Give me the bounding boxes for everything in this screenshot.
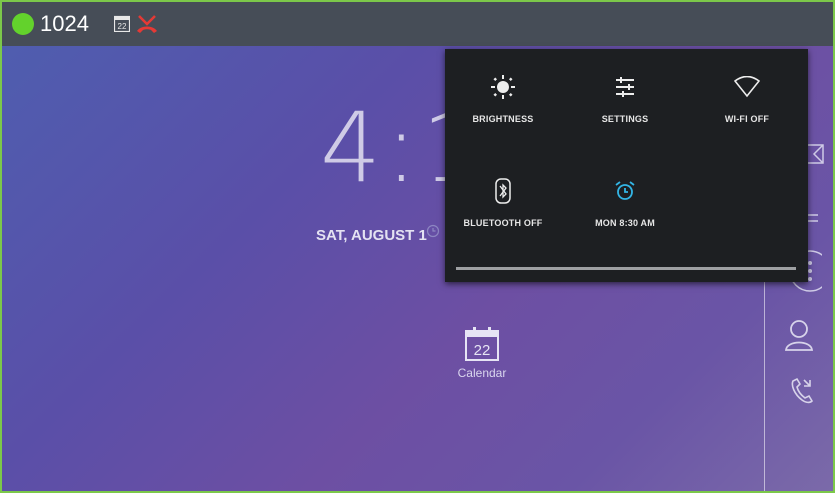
tile-settings-label: SETTINGS	[601, 114, 649, 124]
wifi-off-icon	[734, 76, 760, 98]
right-divider	[764, 282, 765, 491]
settings-sliders-icon	[616, 77, 634, 97]
calendar-app-shortcut[interactable]: 22 Calendar	[452, 326, 512, 380]
calendar-notification-day: 22	[118, 22, 127, 31]
status-bar[interactable]: 1024 22	[2, 2, 833, 46]
status-number: 1024	[40, 11, 89, 36]
missed-call-icon	[137, 15, 157, 33]
calendar-app-icon: 22	[465, 327, 499, 361]
calendar-notification-icon: 22	[114, 15, 130, 32]
quick-settings-handle[interactable]	[456, 267, 796, 270]
alarm-icon	[615, 181, 635, 200]
quick-settings-panel: BRIGHTNESS SETTINGS WI-FI OFF BLUETOOTH …	[445, 49, 808, 282]
brightness-icon	[491, 75, 515, 99]
calendar-app-day: 22	[474, 342, 491, 359]
alarm-indicator-icon	[426, 224, 440, 238]
tile-alarm[interactable]: MON 8:30 AM	[570, 176, 680, 228]
device-screen: 1024 22 4:1 SAT, AUGUST 1 22 Calendar BR…	[0, 0, 835, 493]
bluetooth-off-icon	[495, 178, 511, 204]
lockscreen-date: SAT, AUGUST 1	[316, 227, 427, 244]
contacts-icon[interactable]	[784, 318, 814, 352]
tile-settings[interactable]: SETTINGS	[570, 72, 680, 124]
call-log-icon[interactable]	[788, 376, 816, 406]
tile-wifi-label: WI-FI OFF	[724, 114, 770, 124]
tile-brightness-label: BRIGHTNESS	[472, 114, 534, 124]
tile-bluetooth[interactable]: BLUETOOTH OFF	[448, 176, 558, 228]
tile-brightness[interactable]: BRIGHTNESS	[448, 72, 558, 124]
calendar-app-label: Calendar	[457, 366, 507, 380]
tile-bluetooth-label: BLUETOOTH OFF	[463, 218, 543, 228]
tile-alarm-label: MON 8:30 AM	[595, 218, 655, 228]
status-dot-icon	[12, 13, 34, 35]
tile-wifi[interactable]: WI-FI OFF	[692, 72, 802, 124]
